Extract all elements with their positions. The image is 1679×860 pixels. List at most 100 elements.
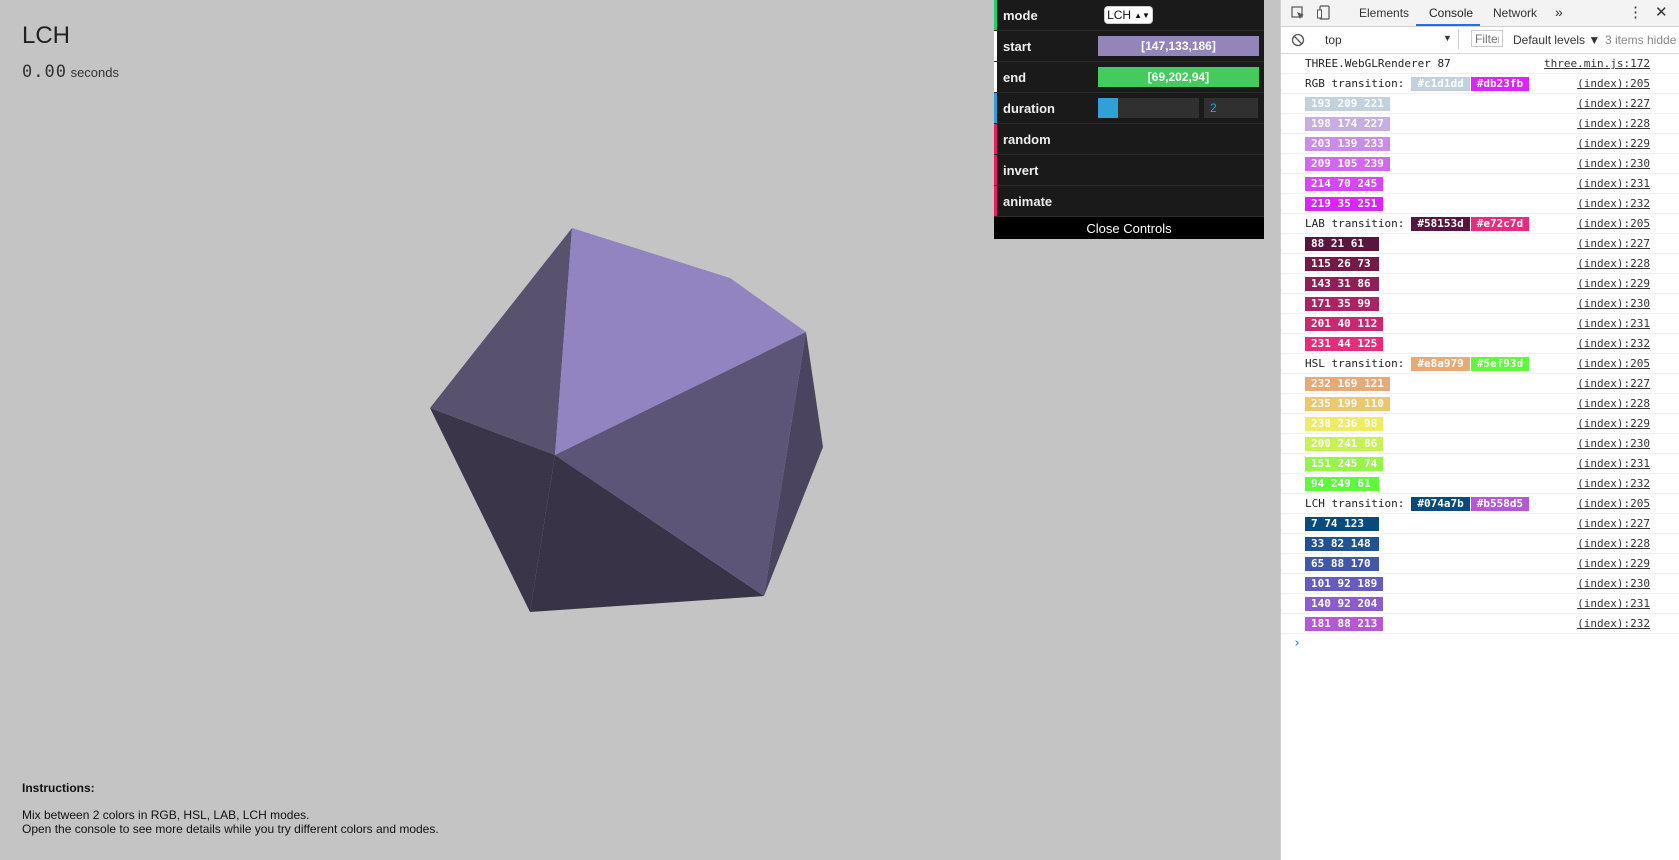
start-color-picker[interactable]: [147,133,186] <box>1098 36 1259 56</box>
console-message: 203 139 233 (index):229 <box>1281 134 1679 154</box>
source-link[interactable]: (index):231 <box>1577 177 1650 190</box>
color-chip: 201 40 112 <box>1305 316 1384 331</box>
close-controls-button[interactable]: Close Controls <box>994 217 1264 239</box>
source-link[interactable]: (index):227 <box>1577 517 1650 530</box>
color-chip: 200 241 86 <box>1305 436 1384 451</box>
console-message: 7 74 123 (index):227 <box>1281 514 1679 534</box>
console-message-text: 193 209 221 <box>1305 96 1391 111</box>
color-chip: #58153d <box>1411 216 1470 231</box>
source-link[interactable]: (index):231 <box>1577 317 1650 330</box>
console-message: 143 31 86 (index):229 <box>1281 274 1679 294</box>
console-message-text: 115 26 73 <box>1305 256 1380 271</box>
source-link[interactable]: (index):227 <box>1577 97 1650 110</box>
instructions-line: Mix between 2 colors in RGB, HSL, LAB, L… <box>22 808 310 822</box>
control-mode[interactable]: mode LCH ▲▼ <box>994 0 1264 31</box>
hidden-items-count: 3 items hidde <box>1605 33 1677 47</box>
console-message-text: 219 35 251 <box>1305 196 1384 211</box>
console-message-text: 238 236 98 <box>1305 416 1384 431</box>
source-link[interactable]: (index):227 <box>1577 377 1650 390</box>
console-message: 214 70 245 (index):231 <box>1281 174 1679 194</box>
source-link[interactable]: (index):228 <box>1577 397 1650 410</box>
row-accent <box>994 93 997 123</box>
source-link[interactable]: (index):232 <box>1577 617 1650 630</box>
control-animate[interactable]: animate <box>994 186 1264 217</box>
source-link[interactable]: (index):229 <box>1577 137 1650 150</box>
source-link[interactable]: (index):205 <box>1577 357 1650 370</box>
source-link[interactable]: (index):229 <box>1577 557 1650 570</box>
log-text: LAB transition: <box>1305 217 1405 230</box>
invert-button[interactable]: invert <box>1003 163 1038 178</box>
tab-elements[interactable]: Elements <box>1359 6 1409 20</box>
duration-slider[interactable] <box>1098 98 1199 118</box>
source-link[interactable]: (index):231 <box>1577 457 1650 470</box>
control-label: end <box>1003 69 1027 85</box>
control-random[interactable]: random <box>994 124 1264 155</box>
console-message-text: 140 92 204 <box>1305 596 1384 611</box>
close-icon[interactable]: ✕ <box>1655 3 1668 21</box>
source-link[interactable]: (index):228 <box>1577 537 1650 550</box>
console-message: 238 236 98 (index):229 <box>1281 414 1679 434</box>
source-link[interactable]: (index):232 <box>1577 197 1650 210</box>
log-levels-dropdown[interactable]: Default levels ▼ <box>1513 33 1600 47</box>
console-message: 198 174 227 (index):228 <box>1281 114 1679 134</box>
console-message: 219 35 251 (index):232 <box>1281 194 1679 214</box>
source-link[interactable]: (index):229 <box>1577 417 1650 430</box>
console-message: LAB transition: #58153d #e72c7d (index):205 <box>1281 214 1679 234</box>
console-message-text: 235 199 110 <box>1305 396 1391 411</box>
source-link[interactable]: (index):205 <box>1577 217 1650 230</box>
source-link[interactable]: (index):205 <box>1577 497 1650 510</box>
source-link[interactable]: (index):231 <box>1577 597 1650 610</box>
devtools-panel: Elements Console Network » ⋮ ✕ top ▼ Def… <box>1280 0 1679 860</box>
console-message: 151 245 74 (index):231 <box>1281 454 1679 474</box>
control-invert[interactable]: invert <box>994 155 1264 186</box>
console-filter-input[interactable] <box>1471 30 1503 47</box>
console-message-text: 33 82 148 <box>1305 536 1380 551</box>
color-chip: 231 44 125 <box>1305 336 1384 351</box>
tab-console[interactable]: Console <box>1429 6 1473 20</box>
clear-console-icon[interactable] <box>1291 33 1305 47</box>
chevron-down-icon[interactable]: ▼ <box>1443 33 1452 43</box>
color-chip: 214 70 245 <box>1305 176 1384 191</box>
device-toolbar-icon[interactable] <box>1317 5 1331 20</box>
color-chip: 238 236 98 <box>1305 416 1384 431</box>
kebab-menu-icon[interactable]: ⋮ <box>1628 3 1643 21</box>
console-message: 115 26 73 (index):228 <box>1281 254 1679 274</box>
source-link[interactable]: three.min.js:172 <box>1544 57 1650 70</box>
control-start[interactable]: start [147,133,186] <box>994 31 1264 62</box>
duration-input[interactable]: 2 <box>1204 98 1258 118</box>
end-color-picker[interactable]: [69,202,94] <box>1098 67 1259 87</box>
animate-button[interactable]: animate <box>1003 194 1052 209</box>
console-message: 231 44 125 (index):232 <box>1281 334 1679 354</box>
color-chip: 232 169 121 <box>1305 376 1390 391</box>
source-link[interactable]: (index):205 <box>1577 77 1650 90</box>
source-link[interactable]: (index):227 <box>1577 237 1650 250</box>
source-link[interactable]: (index):228 <box>1577 117 1650 130</box>
context-select[interactable]: top <box>1325 33 1342 47</box>
console-message-text: 181 88 213 <box>1305 616 1384 631</box>
row-accent <box>994 155 997 185</box>
color-chip: #b558d5 <box>1470 496 1530 511</box>
color-chip: 151 245 74 <box>1305 456 1384 471</box>
random-button[interactable]: random <box>1003 132 1051 147</box>
mode-select[interactable]: LCH ▲▼ <box>1104 6 1153 24</box>
inspect-element-icon[interactable] <box>1291 6 1305 20</box>
source-link[interactable]: (index):230 <box>1577 157 1650 170</box>
console-message-text: RGB transition: #c1d1dd #db23fb <box>1305 76 1530 91</box>
source-link[interactable]: (index):229 <box>1577 277 1650 290</box>
more-tabs-icon[interactable]: » <box>1555 4 1563 20</box>
console-message-text: 200 241 86 <box>1305 436 1384 451</box>
source-link[interactable]: (index):230 <box>1577 437 1650 450</box>
color-chip: 143 31 86 <box>1305 276 1379 291</box>
source-link[interactable]: (index):232 <box>1577 337 1650 350</box>
console-prompt[interactable]: › <box>1281 634 1679 653</box>
source-link[interactable]: (index):230 <box>1577 577 1650 590</box>
control-duration[interactable]: duration 2 <box>994 93 1264 124</box>
console-message: 171 35 99 (index):230 <box>1281 294 1679 314</box>
tab-network[interactable]: Network <box>1493 6 1537 20</box>
control-end[interactable]: end [69,202,94] <box>994 62 1264 93</box>
source-link[interactable]: (index):232 <box>1577 477 1650 490</box>
source-link[interactable]: (index):230 <box>1577 297 1650 310</box>
source-link[interactable]: (index):228 <box>1577 257 1650 270</box>
color-chip: #e8a979 <box>1411 356 1470 371</box>
devtools-tabbar: Elements Console Network » ⋮ ✕ <box>1281 0 1679 27</box>
